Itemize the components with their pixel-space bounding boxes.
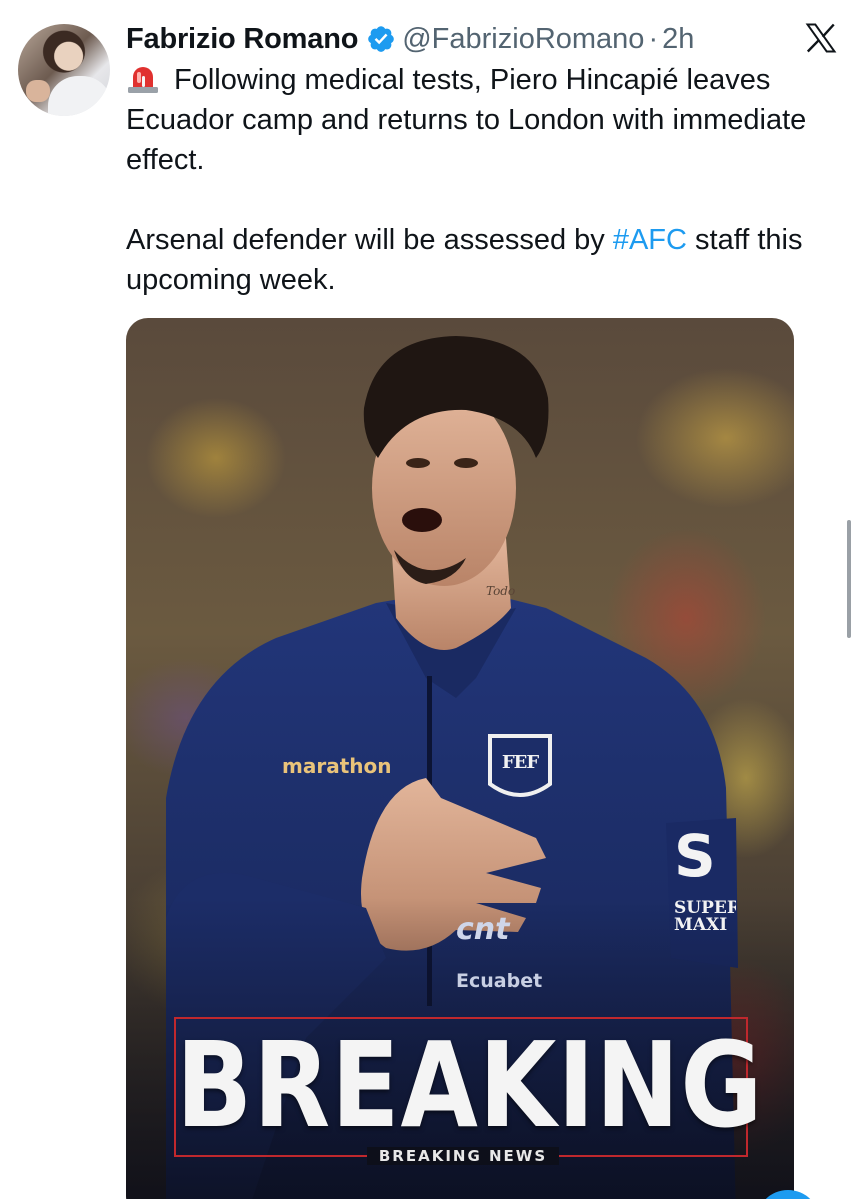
- tweet[interactable]: Fabrizio Romano @FabrizioRomano · 2h Fol…: [0, 0, 859, 1199]
- tweet-timestamp[interactable]: 2h: [662, 23, 694, 56]
- scrollbar-thumb[interactable]: [847, 520, 851, 638]
- breaking-frame: BREAKING BREAKING NEWS: [174, 1016, 764, 1165]
- verified-badge-icon: [366, 24, 396, 54]
- sleeve-logo-text: SUPER MAXI: [674, 900, 736, 934]
- tweet-paragraph-2: Arsenal defender will be assessed by #AF…: [126, 220, 838, 300]
- tweet-line-1: Following medical tests, Piero Hincapié …: [126, 64, 807, 176]
- neck-tattoo-text: Todo: [486, 584, 516, 598]
- tweet-line-2-start: Arsenal defender will be assessed by: [126, 224, 613, 256]
- tweet-header: Fabrizio Romano @FabrizioRomano · 2h: [126, 18, 694, 60]
- tweet-paragraph-1: Following medical tests, Piero Hincapié …: [126, 60, 838, 180]
- author-handle[interactable]: @FabrizioRomano: [402, 23, 644, 56]
- sponsor-cnt-text: cnt: [456, 912, 510, 947]
- hashtag-link[interactable]: #AFC: [613, 224, 687, 256]
- author-avatar[interactable]: [18, 24, 110, 116]
- meta-separator: ·: [648, 22, 659, 55]
- sponsor-ecuabet-text: Ecuabet: [456, 970, 543, 992]
- sleeve-logo-letter: S: [674, 822, 716, 890]
- tweet-media-image[interactable]: marathon FEF Todo S SUPER MAXI cnt Ecuab…: [126, 318, 794, 1199]
- breaking-headline: BREAKING: [176, 1016, 764, 1155]
- crest-text: FEF: [501, 752, 539, 773]
- breaking-subheadline: BREAKING NEWS: [176, 1147, 750, 1165]
- tweet-text: Following medical tests, Piero Hincapié …: [126, 60, 838, 300]
- author-name[interactable]: Fabrizio Romano: [126, 23, 358, 56]
- x-logo-icon: [803, 20, 839, 56]
- kit-brand-text: marathon: [282, 754, 392, 778]
- siren-icon: [126, 63, 160, 93]
